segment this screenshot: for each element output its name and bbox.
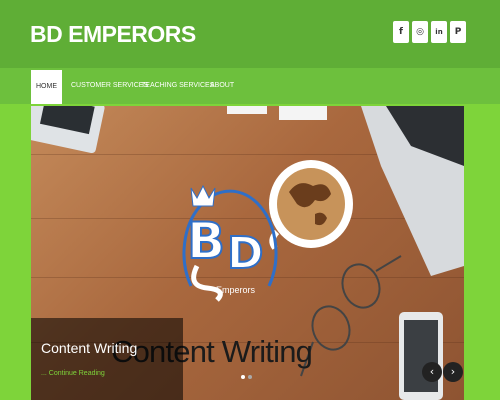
- site-header: BD EMPERORS f ◎ in P: [0, 0, 500, 68]
- instagram-icon[interactable]: ◎: [412, 21, 428, 43]
- pinterest-icon[interactable]: P: [450, 21, 466, 43]
- main-nav: HOME CUSTOMER SERVICES TEACHING SERVICES…: [0, 68, 500, 104]
- nav-item-customer-services[interactable]: CUSTOMER SERVICES: [71, 68, 148, 104]
- continue-reading-link[interactable]: ... Continue Reading: [41, 370, 105, 377]
- slider-dot[interactable]: [241, 375, 245, 379]
- slide-caption: Content Writing ... Continue Reading: [31, 318, 183, 400]
- site-title[interactable]: BD EMPERORS: [30, 21, 196, 48]
- svg-text:B: B: [187, 212, 225, 270]
- next-slide-button[interactable]: ›: [443, 362, 463, 382]
- nav-item-about[interactable]: ABOUT: [210, 68, 234, 104]
- facebook-icon[interactable]: f: [393, 21, 409, 43]
- hero-slider: B D Emperors Content Writing Content Wri…: [31, 106, 464, 400]
- nav-item-teaching-services[interactable]: TEACHING SERVICES: [141, 68, 214, 104]
- linkedin-icon[interactable]: in: [431, 21, 447, 43]
- logo-subtitle: Emperors: [216, 285, 256, 295]
- prev-slide-button[interactable]: ‹: [422, 362, 442, 382]
- slide-caption-title[interactable]: Content Writing: [41, 340, 137, 356]
- slider-dot[interactable]: [248, 375, 252, 379]
- nav-item-home[interactable]: HOME: [31, 70, 62, 104]
- svg-text:D: D: [227, 228, 264, 279]
